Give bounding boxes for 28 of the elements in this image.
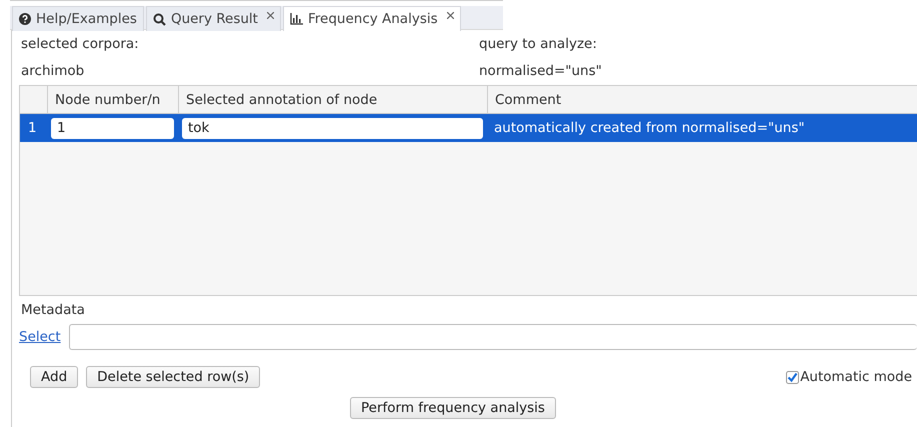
- add-button[interactable]: Add: [30, 366, 78, 388]
- column-header[interactable]: Node number/n: [47, 86, 178, 113]
- column-header[interactable]: Comment: [487, 86, 917, 113]
- annotation-field[interactable]: tok: [182, 118, 483, 138]
- metadata-label: Metadata: [21, 302, 86, 319]
- close-icon[interactable]: [446, 12, 454, 19]
- close-icon[interactable]: [266, 12, 274, 19]
- select-link[interactable]: Select: [19, 329, 61, 345]
- comment-cell-text: automatically created from normalised="uns": [493, 120, 806, 136]
- delete-rows-button[interactable]: Delete selected row(s): [86, 366, 260, 388]
- column-header[interactable]: Selected annotation of node: [178, 86, 487, 113]
- tab[interactable]: Query Result: [146, 6, 281, 31]
- tab[interactable]: Frequency Analysis: [282, 6, 461, 31]
- corpus-name: archimob: [21, 63, 86, 80]
- automatic-mode-label: Automatic mode: [800, 369, 912, 385]
- table-row[interactable]: 1 1 tok automatically created from normalised="uns": [20, 114, 917, 142]
- node-number-field[interactable]: 1: [51, 118, 174, 138]
- perform-analysis-button[interactable]: Perform frequency analysis: [350, 397, 556, 419]
- bar-chart-icon: [290, 13, 303, 25]
- search-icon: [152, 12, 166, 26]
- query-text: normalised="uns": [479, 63, 602, 80]
- help-icon: [19, 13, 31, 25]
- metadata-field[interactable]: [68, 324, 917, 350]
- row-number: 1: [27, 120, 38, 136]
- tab[interactable]: Help/Examples: [12, 6, 144, 31]
- query-label: query to analyze:: [479, 36, 598, 53]
- corpora-label: selected corpora:: [21, 36, 140, 53]
- checkbox[interactable]: [786, 370, 800, 384]
